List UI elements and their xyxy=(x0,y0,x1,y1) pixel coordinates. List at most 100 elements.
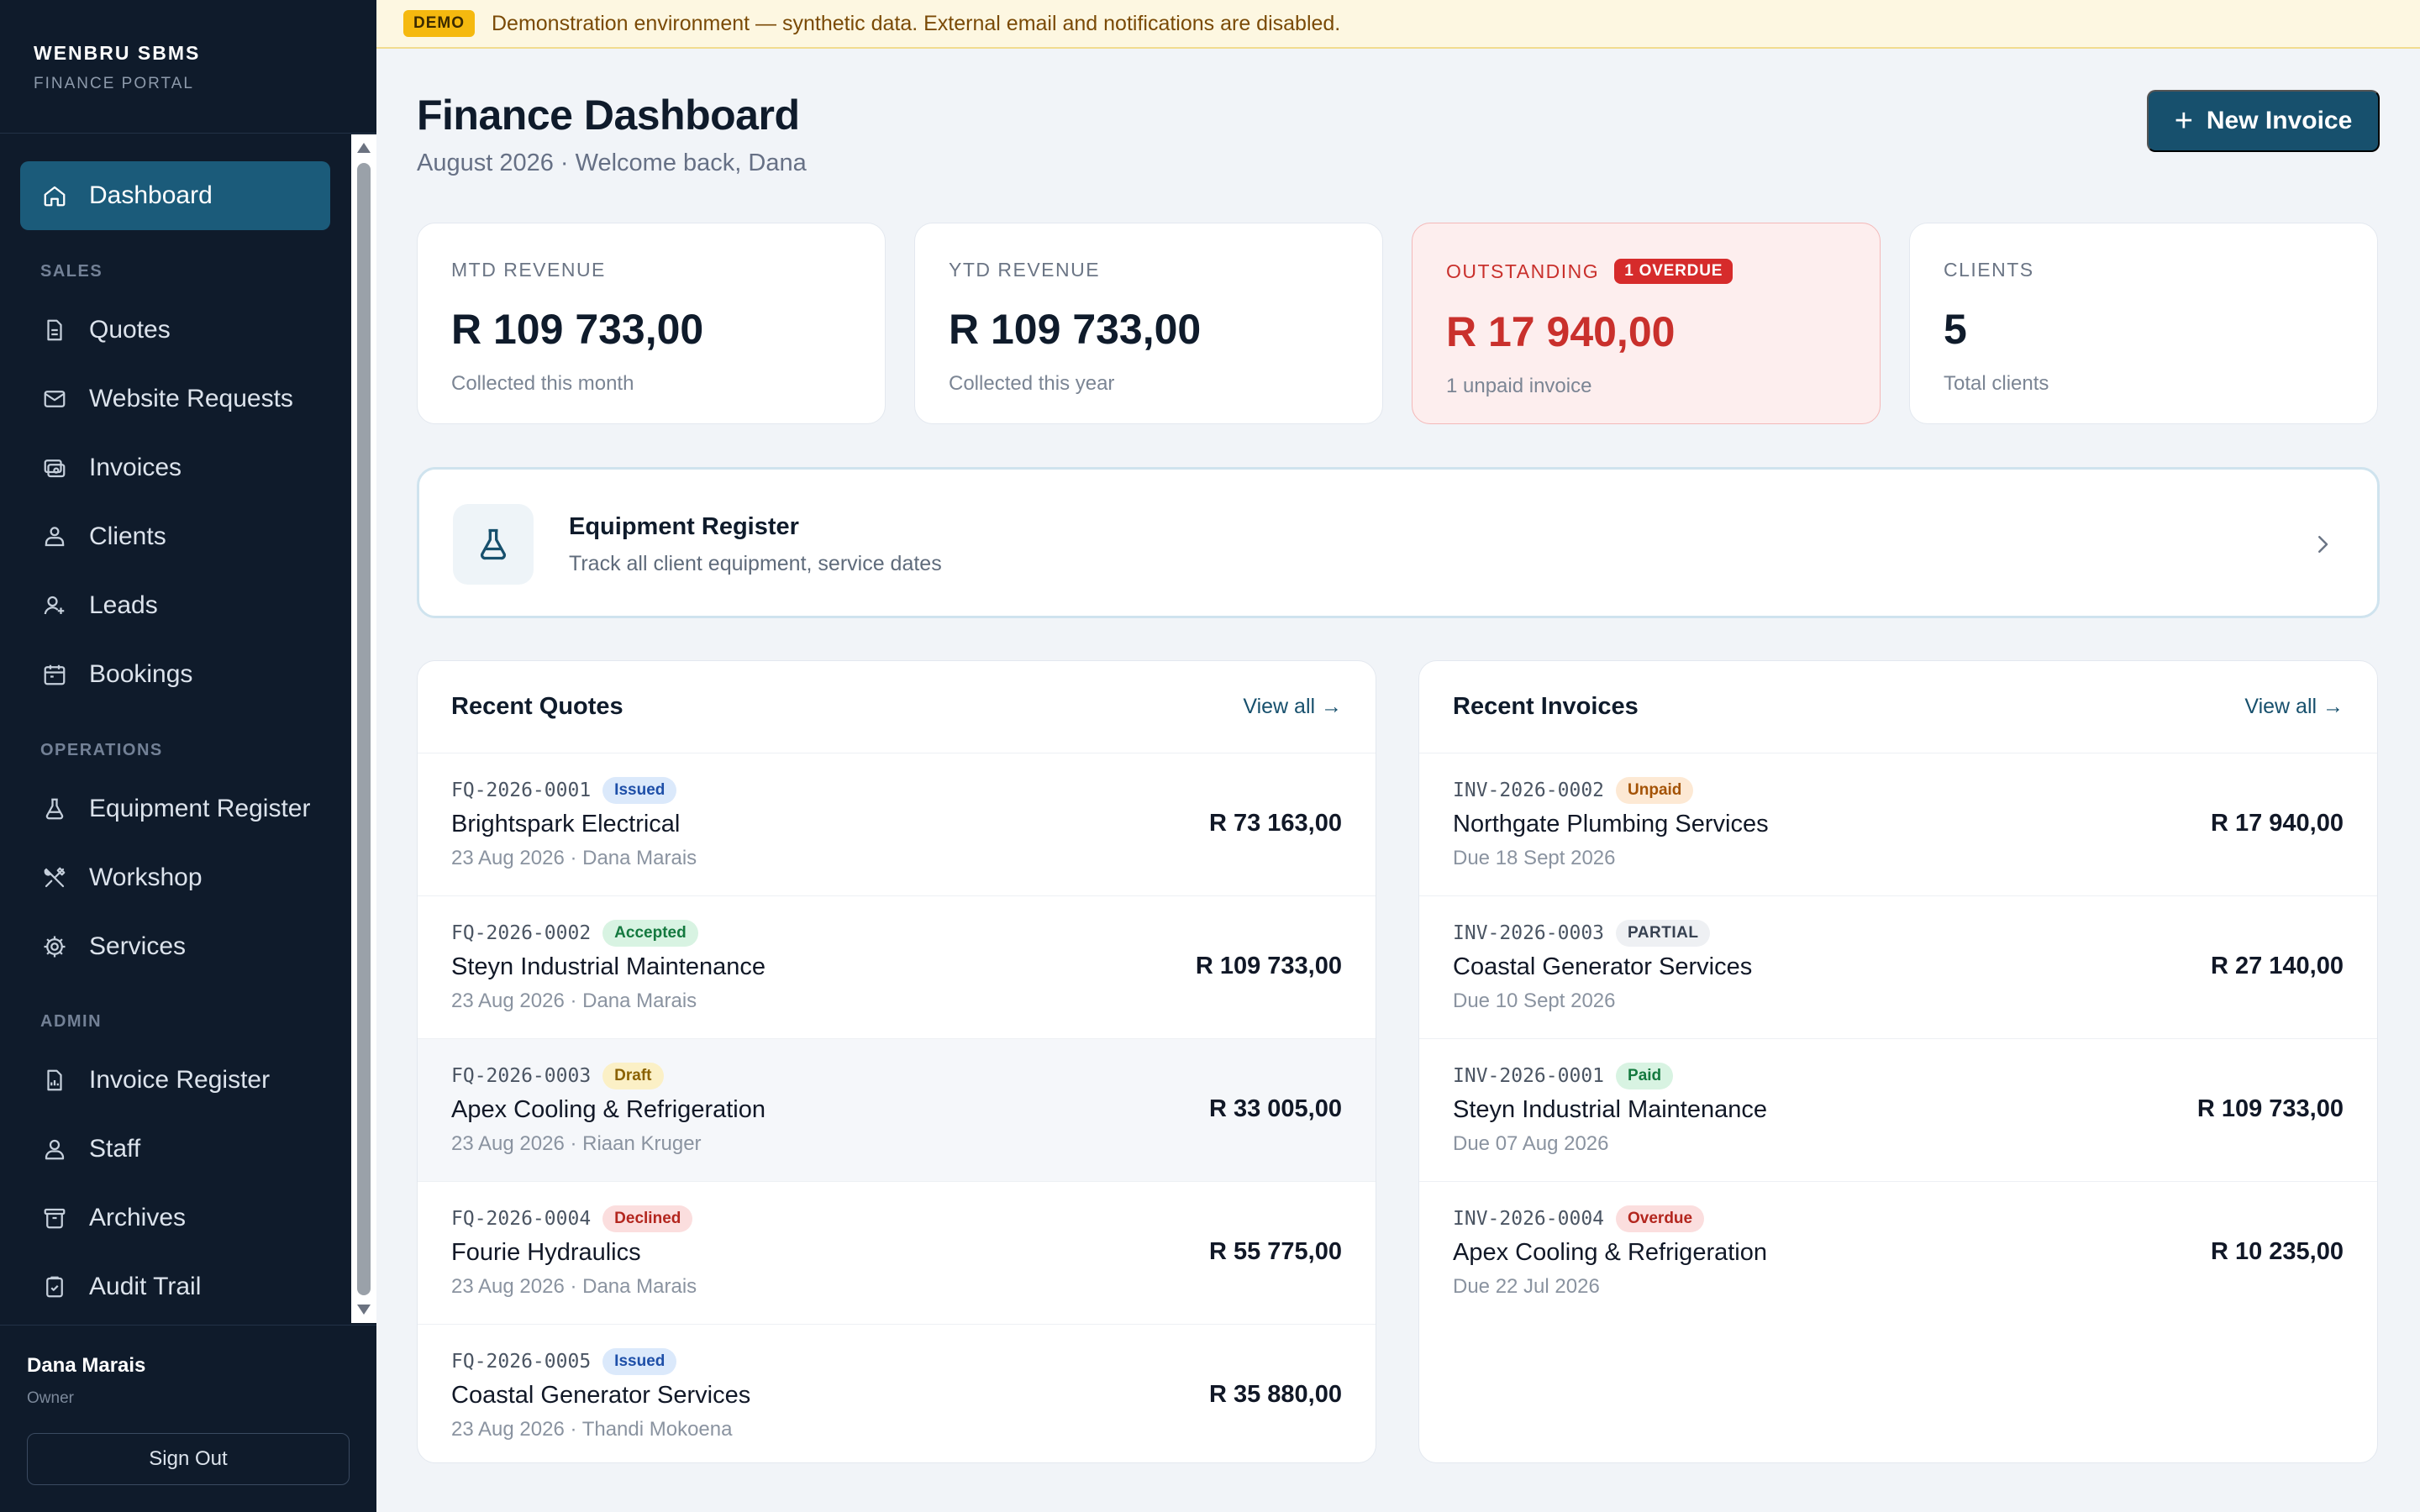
quote-row[interactable]: FQ-2026-0002 Accepted Steyn Industrial M… xyxy=(418,896,1376,1039)
row-code-line: INV-2026-0004 Overdue xyxy=(1453,1205,1705,1232)
scrollbar-thumb[interactable] xyxy=(357,163,371,1295)
sidebar-item-audit-trail[interactable]: Audit Trail xyxy=(20,1252,330,1321)
section-sales: SALES xyxy=(40,262,103,281)
invoice-row[interactable]: INV-2026-0002 Unpaid Northgate Plumbing … xyxy=(1419,753,2377,896)
client-name: Brightspark Electrical xyxy=(451,811,681,837)
stat-value: R 109 733,00 xyxy=(949,306,1202,353)
clients-icon xyxy=(45,527,65,547)
sidebar-item-workshop[interactable]: Workshop xyxy=(20,843,330,912)
gear-icon xyxy=(44,936,66,958)
panel-title: Recent Quotes xyxy=(451,693,623,720)
row-amount: R 109 733,00 xyxy=(2196,1095,2344,1122)
clipboard-icon xyxy=(46,1276,63,1298)
sidebar-item-label: Website Requests xyxy=(89,385,293,412)
sidebar-item-label: Bookings xyxy=(89,660,193,688)
invoice-number: INV-2026-0003 xyxy=(1453,922,1605,944)
sidebar-item-label: Archives xyxy=(89,1204,187,1231)
row-meta: 23 Aug 2026 · Dana Marais xyxy=(451,990,697,1012)
sidebar-item-invoices[interactable]: Invoices xyxy=(20,433,330,502)
status-badge: Issued xyxy=(602,1348,677,1375)
sidebar-item-quotes[interactable]: Quotes xyxy=(20,296,330,365)
quote-number: FQ-2026-0005 xyxy=(451,1351,592,1373)
demo-badge: DEMO xyxy=(403,10,475,37)
stat-note: Collected this year xyxy=(949,372,1115,395)
invoice-row[interactable]: INV-2026-0004 Overdue Apex Cooling & Ref… xyxy=(1419,1182,2377,1325)
row-amount: R 35 880,00 xyxy=(1208,1381,1342,1408)
sidebar-item-invoice-register[interactable]: Invoice Register xyxy=(20,1046,330,1115)
sidebar-item-services[interactable]: Services xyxy=(20,912,330,981)
sidebar-item-label: Services xyxy=(89,932,187,960)
invoice-number: INV-2026-0004 xyxy=(1453,1208,1605,1230)
view-all-invoices-link[interactable]: View all → xyxy=(2244,695,2344,719)
stat-label: OUTSTANDING xyxy=(1446,260,1600,282)
stat-label: CLIENTS xyxy=(1944,259,2034,281)
sidebar-item-dashboard[interactable]: Dashboard xyxy=(20,161,330,230)
row-meta: 23 Aug 2026 · Riaan Kruger xyxy=(451,1132,702,1155)
sidebar-item-label: Invoice Register xyxy=(89,1066,271,1094)
client-name: Steyn Industrial Maintenance xyxy=(1453,1096,1767,1123)
client-name: Steyn Industrial Maintenance xyxy=(451,953,765,980)
home-icon xyxy=(44,186,66,207)
quote-row[interactable]: FQ-2026-0003 Draft Apex Cooling & Refrig… xyxy=(418,1039,1376,1182)
sidebar-item-bookings[interactable]: Bookings xyxy=(20,640,330,709)
user-plus-icon xyxy=(44,596,65,615)
sidebar-divider xyxy=(0,133,376,134)
section-admin: ADMIN xyxy=(40,1012,103,1031)
register-icon xyxy=(47,1069,62,1091)
sidebar-scrollbar[interactable] xyxy=(351,134,376,1323)
sidebar-item-archives[interactable]: Archives xyxy=(20,1184,330,1252)
new-invoice-button[interactable]: + New Invoice xyxy=(2147,90,2380,152)
scroll-down-icon[interactable] xyxy=(357,1305,371,1315)
invoice-icon xyxy=(44,459,66,478)
panel-header: Recent Invoices View all → xyxy=(1419,661,2377,753)
equipment-subtitle: Track all client equipment, service date… xyxy=(569,552,942,575)
sidebar-item-label: Audit Trail xyxy=(89,1273,202,1300)
stat-label: MTD REVENUE xyxy=(451,259,606,281)
staff-icon xyxy=(45,1139,65,1160)
sidebar-item-label: Leads xyxy=(89,591,158,619)
app-subtitle: FINANCE PORTAL xyxy=(34,75,194,92)
sidebar-item-label: Staff xyxy=(89,1135,141,1163)
invoice-row[interactable]: INV-2026-0001 Paid Steyn Industrial Main… xyxy=(1419,1039,2377,1182)
row-code-line: INV-2026-0003 PARTIAL xyxy=(1453,920,1711,947)
row-amount: R 10 235,00 xyxy=(2210,1238,2344,1265)
client-name: Coastal Generator Services xyxy=(1453,953,1753,980)
equipment-title: Equipment Register xyxy=(569,513,799,540)
equipment-register-card[interactable]: Equipment Register Track all client equi… xyxy=(417,467,2380,618)
due-date: Due 18 Sept 2026 xyxy=(1453,847,1616,869)
client-name: Apex Cooling & Refrigeration xyxy=(451,1096,765,1123)
sidebar-item-staff[interactable]: Staff xyxy=(20,1115,330,1184)
row-amount: R 27 140,00 xyxy=(2210,953,2344,979)
sidebar-item-clients[interactable]: Clients xyxy=(20,502,330,571)
status-badge: Unpaid xyxy=(1616,777,1694,804)
sidebar-item-label: Dashboard xyxy=(89,181,213,209)
sign-out-button[interactable]: Sign Out xyxy=(27,1433,350,1485)
new-invoice-label: New Invoice xyxy=(2206,107,2353,134)
quote-row[interactable]: FQ-2026-0005 Issued Coastal Generator Se… xyxy=(418,1325,1376,1462)
quote-row[interactable]: FQ-2026-0004 Declined Fourie Hydraulics … xyxy=(418,1182,1376,1325)
recent-quotes-panel: Recent Quotes View all → FQ-2026-0001 Is… xyxy=(417,660,1376,1463)
invoice-row[interactable]: INV-2026-0003 PARTIAL Coastal Generator … xyxy=(1419,896,2377,1039)
document-icon xyxy=(47,319,62,341)
row-code-line: FQ-2026-0001 Issued xyxy=(451,777,677,804)
user-role: Owner xyxy=(27,1389,74,1407)
due-date: Due 10 Sept 2026 xyxy=(1453,990,1616,1012)
stat-value: R 109 733,00 xyxy=(451,306,704,353)
status-badge: PARTIAL xyxy=(1616,920,1711,947)
section-operations: OPERATIONS xyxy=(40,741,163,759)
sidebar-item-equipment-register[interactable]: Equipment Register xyxy=(20,774,330,843)
row-meta: 23 Aug 2026 · Dana Marais xyxy=(451,847,697,869)
view-all-quotes-link[interactable]: View all → xyxy=(1243,695,1342,719)
flask-icon xyxy=(481,528,506,560)
sidebar-item-leads[interactable]: Leads xyxy=(20,571,330,640)
demo-banner: DEMO Demonstration environment — synthet… xyxy=(376,0,2420,49)
row-code-line: FQ-2026-0003 Draft xyxy=(451,1063,664,1089)
stat-card-outstanding[interactable]: OUTSTANDING 1 OVERDUE R 17 940,00 1 unpa… xyxy=(1412,223,1881,424)
stat-note: Total clients xyxy=(1944,372,2049,395)
status-badge: Paid xyxy=(1616,1063,1674,1089)
quote-row[interactable]: FQ-2026-0001 Issued Brightspark Electric… xyxy=(418,753,1376,896)
sidebar-item-website-requests[interactable]: Website Requests xyxy=(20,365,330,433)
stat-card-mtd-revenue: MTD REVENUE R 109 733,00 Collected this … xyxy=(417,223,886,424)
scroll-up-icon[interactable] xyxy=(357,143,371,153)
page-title: Finance Dashboard xyxy=(417,92,800,139)
